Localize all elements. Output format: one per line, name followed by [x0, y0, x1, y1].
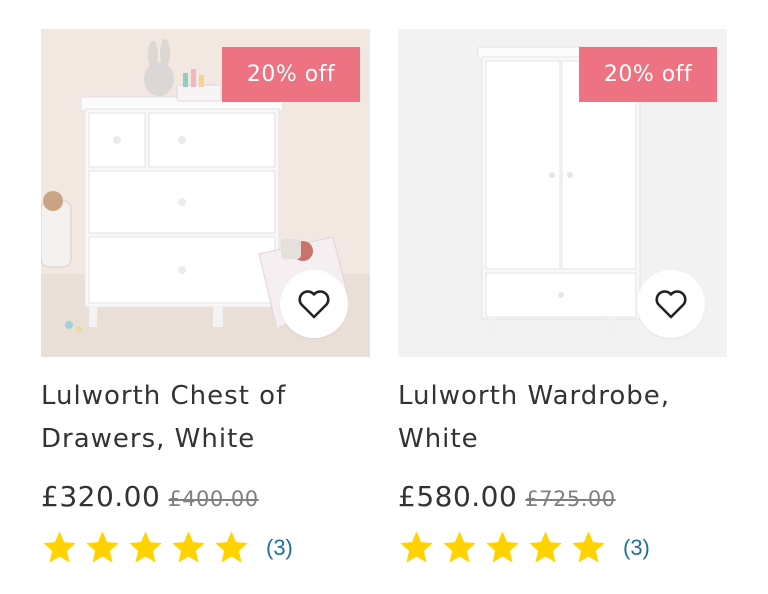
review-count-link[interactable]: (3) [266, 535, 293, 561]
wishlist-button[interactable] [280, 270, 348, 338]
star-icon [572, 531, 605, 563]
rating: (3) [41, 529, 293, 566]
price-block: £320.00 £400.00 [41, 480, 259, 513]
heart-icon [655, 290, 687, 319]
heart-icon [298, 290, 330, 319]
product-title-line: Lulworth Chest of [41, 381, 287, 411]
review-count-link[interactable]: (3) [623, 535, 650, 561]
current-price: £580.00 [398, 480, 518, 513]
star-icon [400, 531, 433, 563]
product-card[interactable]: 20% off Lulworth Chest of Drawers, White… [41, 29, 370, 563]
rating: (3) [398, 529, 650, 566]
star-icon [486, 531, 519, 563]
star-icon [529, 531, 562, 563]
star-icon [172, 531, 205, 563]
product-title-line: White [398, 424, 479, 454]
current-price: £320.00 [41, 480, 161, 513]
product-title[interactable]: Lulworth Chest of Drawers, White [41, 375, 370, 461]
product-title[interactable]: Lulworth Wardrobe, White [398, 375, 727, 461]
star-icon [43, 531, 76, 563]
product-title-line: Drawers, White [41, 424, 256, 454]
star-rating [41, 529, 256, 566]
original-price: £400.00 [168, 487, 259, 511]
star-icon [86, 531, 119, 563]
discount-badge: 20% off [222, 47, 360, 102]
star-icon [215, 531, 248, 563]
discount-badge: 20% off [579, 47, 717, 102]
star-icon [443, 531, 476, 563]
product-image[interactable]: 20% off [41, 29, 370, 357]
product-title-line: Lulworth Wardrobe, [398, 381, 671, 411]
product-card[interactable]: 20% off Lulworth Wardrobe, White £580.00… [398, 29, 727, 563]
star-icon [129, 531, 162, 563]
original-price: £725.00 [525, 487, 616, 511]
star-rating [398, 529, 613, 566]
price-block: £580.00 £725.00 [398, 480, 616, 513]
product-image[interactable]: 20% off [398, 29, 727, 357]
wishlist-button[interactable] [637, 270, 705, 338]
